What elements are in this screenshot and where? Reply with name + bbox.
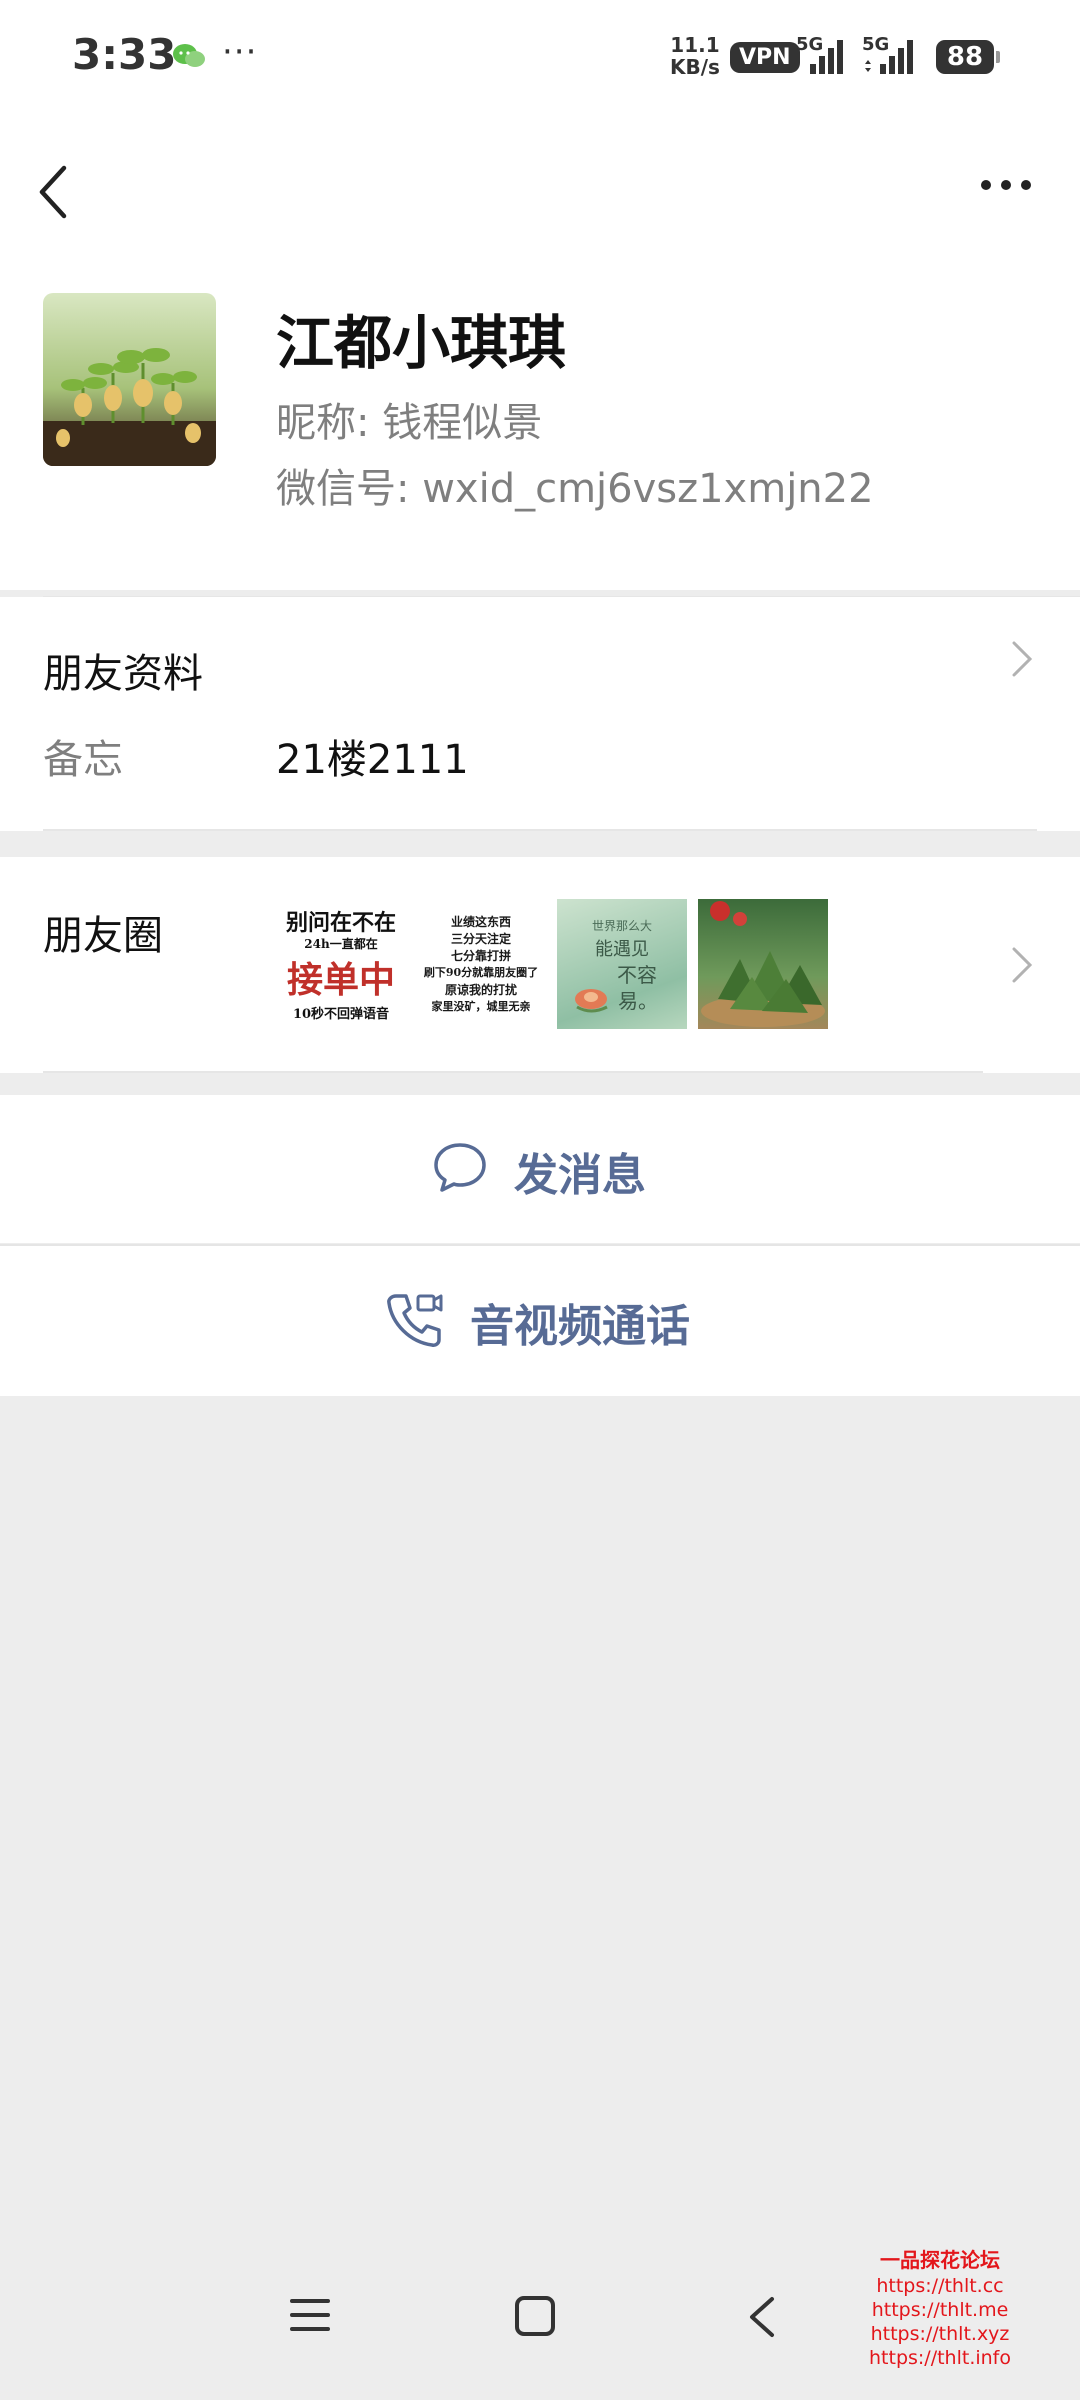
- back-nav-icon[interactable]: [746, 2295, 778, 2339]
- wechat-id[interactable]: 微信号: wxid_cmj6vsz1xmjn22: [276, 456, 874, 514]
- divider: [43, 1071, 983, 1073]
- status-bar: 3:33 ··· 11.1 KB/s VPN 5G 5G 88: [0, 0, 1080, 120]
- watermark-link: https://thlt.cc: [876, 2275, 1004, 2297]
- chevron-right-icon: [1012, 641, 1033, 677]
- watermark-title: 一品探花论坛: [880, 2248, 1000, 2272]
- send-message-button[interactable]: 发消息: [0, 1095, 1080, 1243]
- nickname: 昵称: 钱程似景: [276, 400, 543, 446]
- moments-thumbnail: 世界那么大 能遇见 不容 易。: [557, 899, 687, 1029]
- send-message-label: 发消息: [514, 1150, 646, 1201]
- watermark-link: https://thlt.me: [871, 2299, 1009, 2321]
- chevron-right-icon: [1012, 947, 1033, 983]
- battery-level: 88: [946, 42, 984, 72]
- thumb-text: 业绩这东西: [450, 915, 511, 929]
- thumb-text: 不容: [617, 963, 657, 987]
- chat-bubble-icon: [434, 1143, 486, 1192]
- remark-value: 21楼2111: [276, 737, 469, 783]
- network-speed-unit: KB/s: [670, 55, 720, 79]
- thumb-text: 别问在不在: [285, 910, 396, 936]
- more-options-button[interactable]: [978, 170, 1034, 200]
- thumb-text: 易。: [618, 989, 658, 1013]
- network-speed: 11.1 KB/s: [670, 34, 720, 78]
- thumb-text: 能遇见: [595, 939, 649, 960]
- moments-title: 朋友圈: [43, 913, 163, 959]
- recent-apps-icon[interactable]: [290, 2295, 330, 2335]
- contact-header: 江都小琪琪 昵称: 钱程似景 微信号: wxid_cmj6vsz1xmjn22: [0, 120, 1080, 598]
- wechat-notification-icon: [173, 44, 205, 67]
- watermark-link: https://thlt.info: [869, 2347, 1011, 2369]
- thumb-text: 24h一直都在: [304, 937, 378, 951]
- thumb-text: 七分靠打拼: [450, 949, 511, 963]
- moments-section[interactable]: 朋友圈 别问在不在 24h一直都在 接单中 10秒不回弹语音 业绩这东西 三分天…: [0, 857, 1080, 1073]
- status-time: 3:33: [72, 30, 177, 79]
- thumb-text: 接单中: [286, 959, 395, 1001]
- moments-thumbnail: 业绩这东西 三分天注定 七分靠打拼 刷下90分就靠朋友圈了 原谅我的打扰 家里没…: [416, 899, 546, 1029]
- thumb-text: 刷下90分就靠朋友圈了: [423, 966, 539, 979]
- moments-thumbnail: [698, 899, 828, 1029]
- thumb-text: 原谅我的打扰: [444, 983, 517, 997]
- voice-video-call-button[interactable]: 音视频通话: [0, 1246, 1080, 1396]
- thumb-text: 世界那么大: [591, 919, 652, 933]
- moments-thumbnail: 别问在不在 24h一直都在 接单中 10秒不回弹语音: [276, 899, 406, 1029]
- voice-video-call-label: 音视频通话: [470, 1301, 690, 1352]
- profile-title: 朋友资料: [43, 651, 203, 697]
- status-more-icon: ···: [222, 32, 258, 72]
- vpn-badge: VPN: [730, 42, 800, 73]
- home-icon[interactable]: [514, 2295, 556, 2337]
- thumb-text: 家里没矿，城里无亲: [431, 1000, 531, 1013]
- phone-video-icon: [387, 1294, 443, 1347]
- network-speed-value: 11.1: [670, 33, 720, 57]
- friend-profile-section[interactable]: 朋友资料 备忘 21楼2111: [0, 597, 1080, 831]
- divider: [43, 829, 1037, 831]
- watermark-link: https://thlt.xyz: [870, 2323, 1010, 2345]
- remark-label: 备忘: [43, 737, 123, 783]
- thumb-text: 10秒不回弹语音: [292, 1007, 390, 1022]
- battery-icon: 88: [936, 40, 1000, 74]
- avatar[interactable]: [43, 293, 216, 466]
- back-button[interactable]: [30, 160, 74, 224]
- watermark: 一品探花论坛 https://thlt.cc https://thlt.me h…: [860, 2248, 1020, 2370]
- display-name: 江都小琪琪: [276, 309, 567, 377]
- thumb-text: 三分天注定: [450, 932, 511, 946]
